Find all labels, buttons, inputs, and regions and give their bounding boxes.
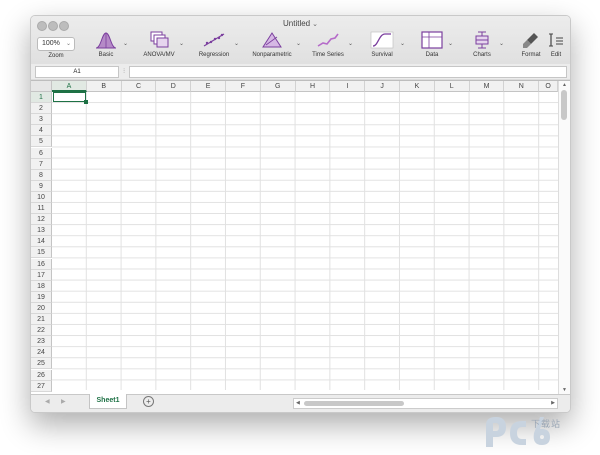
data-button[interactable]: Data xyxy=(419,31,445,58)
column-header-f[interactable]: F xyxy=(226,81,261,92)
horizontal-scroll-thumb[interactable] xyxy=(304,401,404,406)
row-header-16[interactable]: 16 xyxy=(31,258,52,270)
sheet-tab-bar: ◀ ▶ Sheet1 + ◀ ▶ xyxy=(31,394,570,412)
column-header-o[interactable]: O xyxy=(539,81,558,92)
chevron-down-icon: ⌄ xyxy=(65,41,71,47)
nonparametric-button[interactable]: Nonparametric xyxy=(247,31,297,58)
row-header-15[interactable]: 15 xyxy=(31,247,52,259)
chevron-down-icon[interactable]: ⌄ xyxy=(448,40,453,47)
column-header-h[interactable]: H xyxy=(295,81,331,92)
row-header-7[interactable]: 7 xyxy=(31,158,52,170)
vertical-scrollbar[interactable]: ▲ ▼ xyxy=(558,81,570,394)
row-header-5[interactable]: 5 xyxy=(31,136,52,148)
formula-input[interactable] xyxy=(129,66,567,78)
row-header-19[interactable]: 19 xyxy=(31,291,52,303)
column-header-m[interactable]: M xyxy=(469,81,505,92)
column-header-k[interactable]: K xyxy=(400,81,435,92)
row-header-4[interactable]: 4 xyxy=(31,125,52,137)
row-header-18[interactable]: 18 xyxy=(31,280,52,292)
row-header-20[interactable]: 20 xyxy=(31,302,52,314)
chevron-down-icon[interactable]: ⌄ xyxy=(348,40,353,47)
regression-button[interactable]: Regression xyxy=(195,31,233,58)
column-header-i[interactable]: I xyxy=(330,81,366,92)
row-header-11[interactable]: 11 xyxy=(31,203,52,214)
horizontal-scrollbar[interactable]: ◀ ▶ xyxy=(293,398,558,409)
previous-sheet-icon[interactable]: ◀ xyxy=(45,398,50,405)
row-header-13[interactable]: 13 xyxy=(31,225,52,237)
sheet-tab[interactable]: Sheet1 xyxy=(89,394,127,409)
row-header-12[interactable]: 12 xyxy=(31,214,52,226)
chevron-down-icon[interactable]: ⌄ xyxy=(400,40,405,47)
anova-mv-button[interactable]: ANOVA/MV xyxy=(139,31,179,58)
formula-bar: A1 ⁝ xyxy=(31,64,570,79)
row-header-21[interactable]: 21 xyxy=(31,314,52,325)
time-series-button[interactable]: Time Series xyxy=(309,31,347,58)
trend-line-icon xyxy=(317,33,339,47)
row-header-2[interactable]: 2 xyxy=(31,103,52,115)
chevron-down-icon[interactable]: ⌄ xyxy=(123,40,128,47)
cell-area[interactable] xyxy=(52,92,558,390)
scroll-down-icon[interactable]: ▼ xyxy=(559,387,570,393)
add-sheet-icon[interactable]: + xyxy=(143,396,154,407)
divider-icon: ⁝ xyxy=(123,68,126,75)
row-header-23[interactable]: 23 xyxy=(31,336,52,348)
row-header-17[interactable]: 17 xyxy=(31,269,52,281)
chevron-down-icon[interactable]: ⌄ xyxy=(296,40,301,47)
column-header-a[interactable]: A xyxy=(52,81,87,92)
row-header-27[interactable]: 27 xyxy=(31,380,52,392)
column-header-l[interactable]: L xyxy=(434,81,470,92)
column-header-e[interactable]: E xyxy=(191,81,226,92)
zoom-label: Zoom xyxy=(48,53,64,59)
row-header-9[interactable]: 9 xyxy=(31,180,52,192)
survival-button[interactable]: Survival xyxy=(365,31,399,58)
column-header-b[interactable]: B xyxy=(86,81,122,92)
charts-button[interactable]: Charts xyxy=(468,31,496,58)
vertical-scroll-thumb[interactable] xyxy=(561,90,567,120)
basic-button[interactable]: Basic xyxy=(91,31,121,58)
paintbrush-icon xyxy=(523,33,538,48)
row-header-14[interactable]: 14 xyxy=(31,236,52,248)
active-cell[interactable] xyxy=(53,92,88,104)
row-header-22[interactable]: 22 xyxy=(31,325,52,337)
window-title[interactable]: Untitled ⌄ xyxy=(31,19,570,28)
chevron-down-icon[interactable]: ⌄ xyxy=(179,40,184,47)
row-header-24[interactable]: 24 xyxy=(31,347,52,359)
column-header-c[interactable]: C xyxy=(121,81,157,92)
watermark-text: 下载站 xyxy=(531,419,562,429)
row-header-6[interactable]: 6 xyxy=(31,147,52,159)
scroll-up-icon[interactable]: ▲ xyxy=(559,82,570,88)
row-header-1[interactable]: 1 xyxy=(31,92,52,103)
edit-cursor-icon xyxy=(549,33,563,47)
scroll-right-icon[interactable]: ▶ xyxy=(551,399,555,408)
chevron-down-icon: ⌄ xyxy=(312,21,318,28)
scroll-left-icon[interactable]: ◀ xyxy=(296,399,300,408)
data-grid-icon xyxy=(421,31,443,49)
edit-button[interactable]: Edit xyxy=(545,31,567,58)
distribution-curve-icon xyxy=(95,32,117,49)
survival-curve-icon xyxy=(370,31,394,49)
column-header-g[interactable]: G xyxy=(260,81,296,92)
row-header-10[interactable]: 10 xyxy=(31,191,52,203)
app-window: Untitled ⌄ 100% ⌄ Zoom Basic ⌄ ANOVA/MV ⌄ xyxy=(30,15,571,413)
row-header-3[interactable]: 3 xyxy=(31,114,52,126)
triangle-chart-icon xyxy=(262,32,282,48)
row-header-8[interactable]: 8 xyxy=(31,169,52,181)
chevron-down-icon[interactable]: ⌄ xyxy=(499,40,504,47)
title-bar: Untitled ⌄ 100% ⌄ Zoom Basic ⌄ ANOVA/MV ⌄ xyxy=(31,16,570,81)
row-header-25[interactable]: 25 xyxy=(31,358,52,370)
column-header-n[interactable]: N xyxy=(504,81,540,92)
chevron-down-icon[interactable]: ⌄ xyxy=(234,40,239,47)
name-box[interactable]: A1 xyxy=(35,66,119,78)
column-header-d[interactable]: D xyxy=(156,81,192,92)
scatter-line-icon xyxy=(203,33,225,47)
row-header-26[interactable]: 26 xyxy=(31,369,52,381)
stacked-windows-icon xyxy=(150,31,169,48)
box-plot-icon xyxy=(475,31,489,49)
column-header-j[interactable]: J xyxy=(365,81,400,92)
next-sheet-icon[interactable]: ▶ xyxy=(61,398,66,405)
zoom-select[interactable]: 100% ⌄ xyxy=(37,37,75,51)
select-all-corner[interactable] xyxy=(31,81,52,92)
format-button[interactable]: Format xyxy=(518,31,544,58)
